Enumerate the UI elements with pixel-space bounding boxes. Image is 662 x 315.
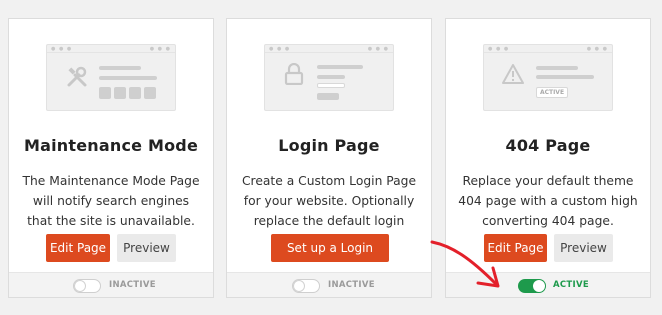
card-title: Login Page: [278, 136, 380, 155]
annotation-arrow-icon: [430, 240, 500, 288]
tools-icon: [67, 66, 87, 87]
404-toggle[interactable]: [518, 279, 546, 293]
login-toggle[interactable]: [292, 279, 320, 293]
card-footer: INACTIVE: [227, 272, 431, 297]
card-title: 404 Page: [505, 136, 591, 155]
preview-button[interactable]: Preview: [117, 234, 176, 262]
preview-button[interactable]: Preview: [554, 234, 613, 262]
login-page-card: ● ● ● ● ● ● Login Page Create a Custom Lo…: [226, 18, 432, 298]
404-illustration: ● ● ● ● ● ● ACTIVE: [483, 44, 613, 111]
lock-icon: [284, 63, 304, 85]
card-description: Replace your default theme 404 page with…: [458, 174, 638, 228]
card-description: The Maintenance Mode Page will notify se…: [22, 174, 200, 228]
maintenance-illustration: ● ● ● ● ● ●: [46, 44, 176, 111]
status-label: INACTIVE: [328, 280, 375, 290]
card-footer: INACTIVE: [9, 272, 213, 297]
edit-page-button[interactable]: Edit Page: [46, 234, 110, 262]
maintenance-toggle[interactable]: [73, 279, 101, 293]
login-illustration: ● ● ● ● ● ●: [264, 44, 394, 111]
status-label: ACTIVE: [553, 280, 589, 290]
set-up-login-page-button[interactable]: Set up a Login Page: [271, 234, 389, 283]
active-badge: ACTIVE: [536, 87, 568, 98]
card-title: Maintenance Mode: [24, 136, 198, 155]
warning-icon: [502, 64, 524, 84]
status-label: INACTIVE: [109, 280, 156, 290]
maintenance-mode-card: ● ● ● ● ● ● Maintenance Mode The Maintena…: [8, 18, 214, 298]
